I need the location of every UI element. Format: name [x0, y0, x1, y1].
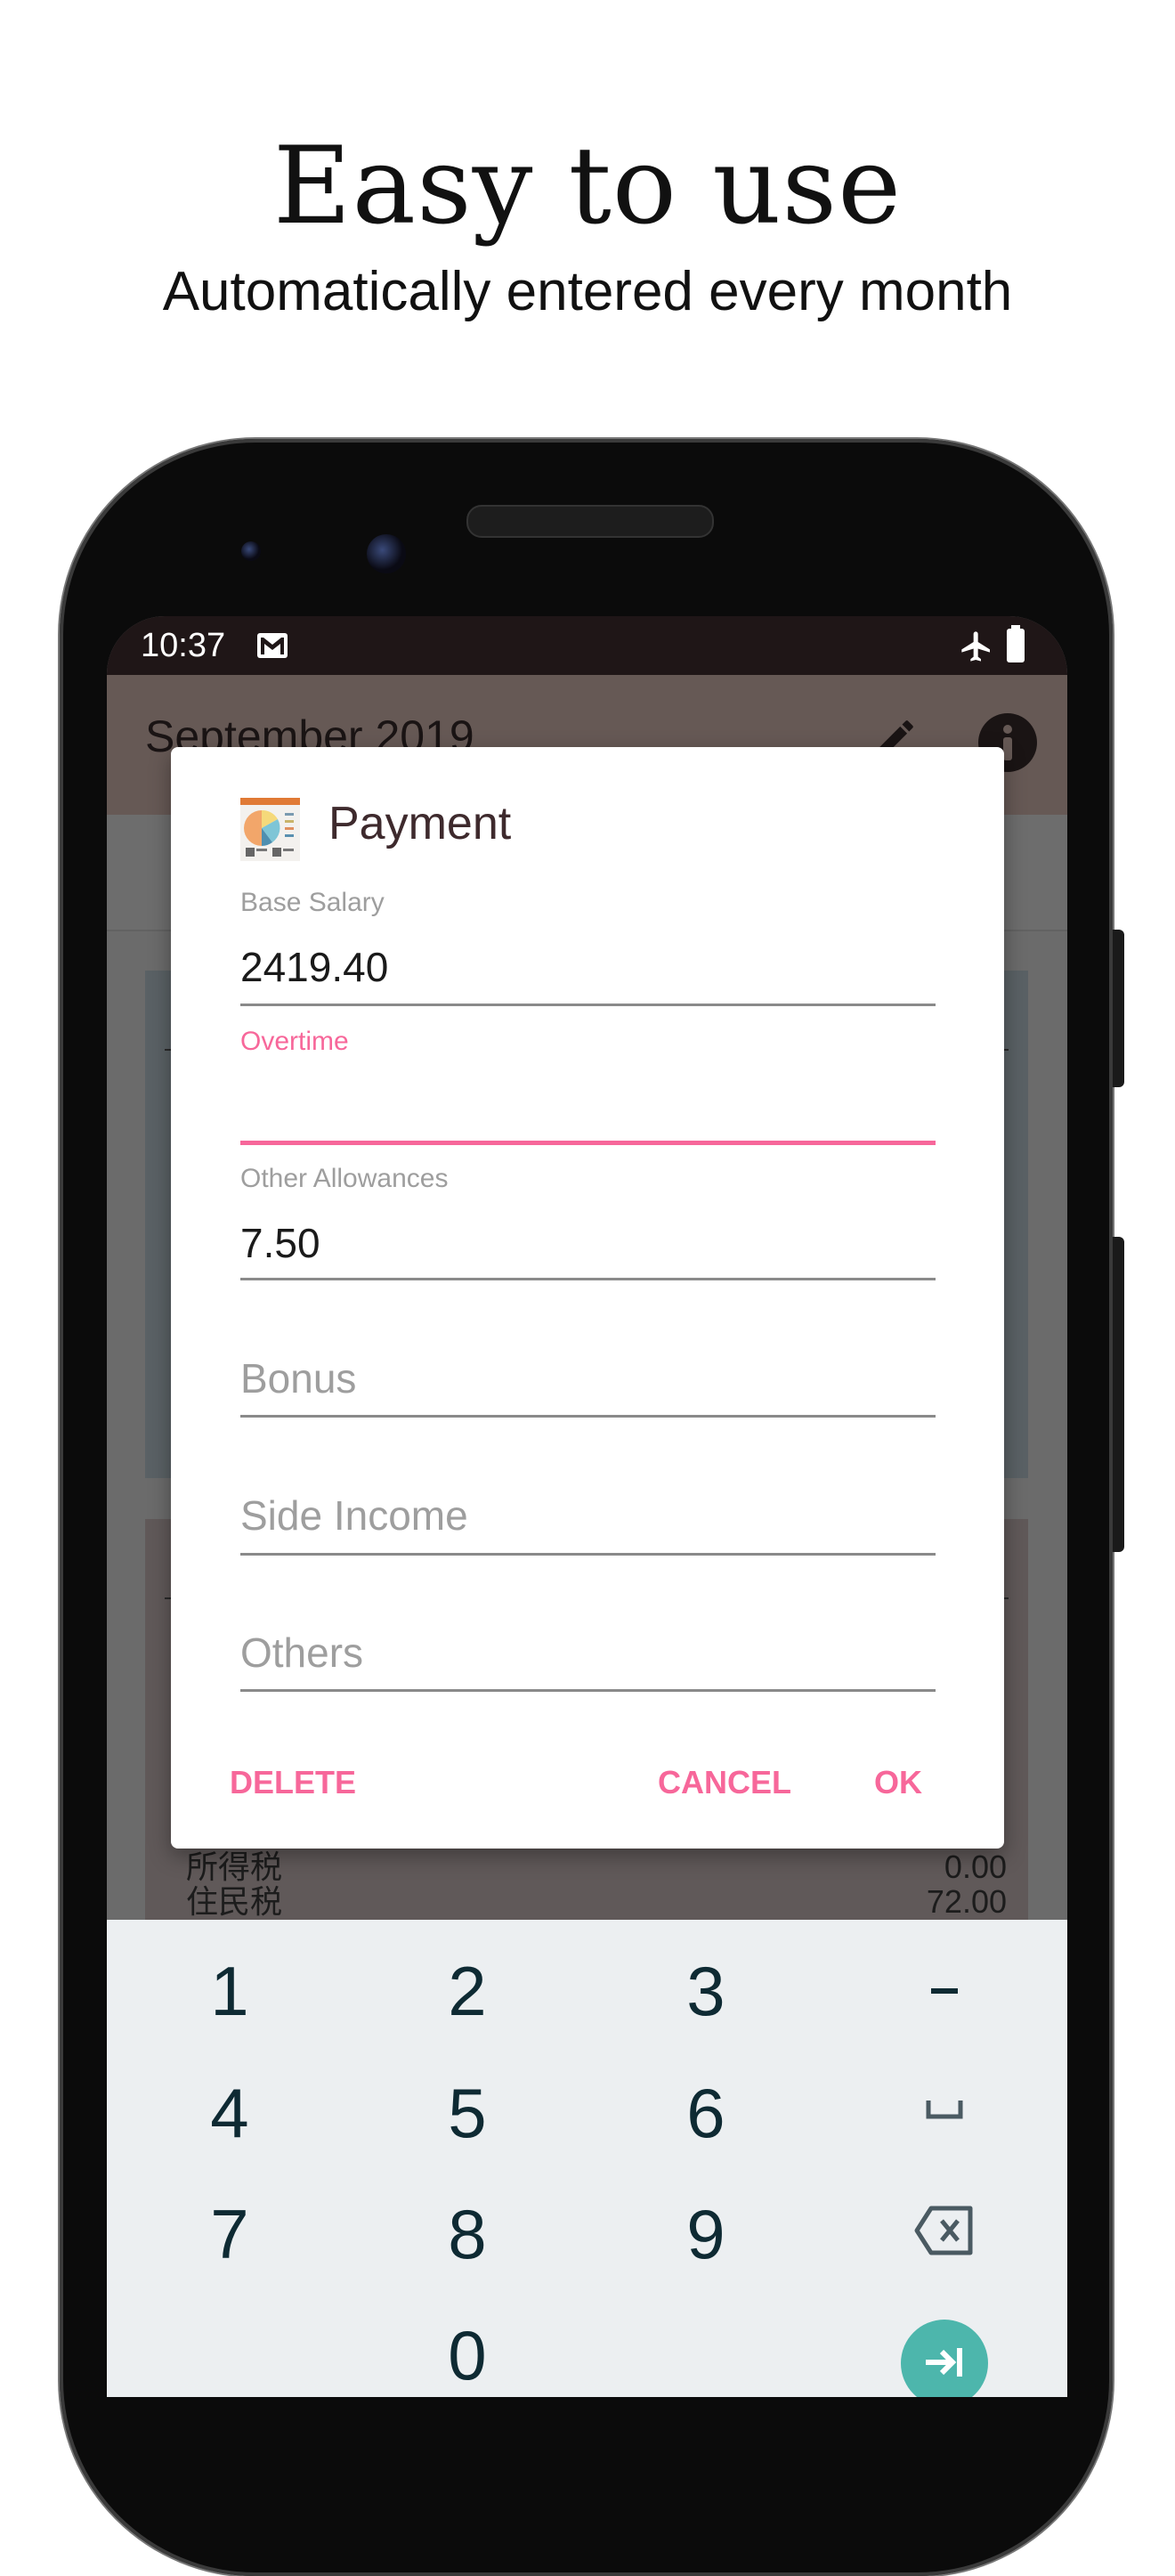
dialog-title: Payment — [328, 798, 512, 849]
list-item-value: 0.00 — [944, 1849, 1007, 1885]
volume-button — [1113, 930, 1124, 1087]
sensor — [241, 541, 261, 561]
promo-headline: Easy to use — [272, 125, 903, 248]
gmail-icon — [257, 633, 288, 658]
bonus-underline — [240, 1415, 936, 1418]
overtime-underline — [240, 1141, 936, 1145]
side-income-underline — [240, 1553, 936, 1556]
key-8[interactable]: 8 — [378, 2194, 556, 2275]
key-0[interactable]: 0 — [378, 2315, 556, 2396]
space-icon[interactable] — [926, 2098, 963, 2121]
battery-tip — [1011, 625, 1020, 630]
key-3[interactable]: 3 — [617, 1951, 795, 2032]
key-7[interactable]: 7 — [141, 2194, 319, 2275]
cancel-button[interactable]: CANCEL — [658, 1764, 791, 1801]
power-button — [1113, 1237, 1124, 1552]
key-9[interactable]: 9 — [617, 2194, 795, 2275]
airplane-mode-icon — [961, 631, 990, 662]
key-6[interactable]: 6 — [617, 2073, 795, 2154]
base-salary-label: Base Salary — [240, 888, 385, 917]
promo-subline: Automatically entered every month — [162, 261, 1013, 322]
overtime-input[interactable] — [240, 1082, 936, 1135]
payment-dialog: Payment Base Salary 2419.40 Overtime Oth… — [171, 747, 1004, 1849]
numeric-keyboard: 1 2 3 4 5 6 7 8 9 0 — [107, 1920, 1067, 2397]
other-allowances-label: Other Allowances — [240, 1164, 449, 1193]
status-time: 10:37 — [141, 627, 226, 664]
status-bar: 10:37 — [107, 616, 1067, 675]
others-input[interactable]: Others — [240, 1629, 363, 1677]
list-item-label: 住民税 — [186, 1883, 283, 1920]
next-button[interactable] — [901, 2320, 988, 2397]
others-underline — [240, 1689, 936, 1692]
bonus-input[interactable]: Bonus — [240, 1354, 356, 1402]
payment-report-icon — [240, 798, 300, 861]
other-allowances-underline — [240, 1278, 936, 1280]
list-item-label: 所得税 — [186, 1849, 283, 1885]
backspace-icon[interactable] — [913, 2205, 976, 2256]
side-income-input[interactable]: Side Income — [240, 1491, 468, 1540]
key-4[interactable]: 4 — [141, 2073, 319, 2154]
ok-button[interactable]: OK — [874, 1764, 922, 1801]
key-5[interactable]: 5 — [378, 2073, 556, 2154]
list-item-value: 72.00 — [926, 1883, 1007, 1920]
other-allowances-input[interactable]: 7.50 — [240, 1219, 320, 1267]
base-salary-underline — [240, 1004, 936, 1006]
key-1[interactable]: 1 — [141, 1951, 319, 2032]
speaker-grille — [466, 505, 714, 538]
key-2[interactable]: 2 — [378, 1951, 556, 2032]
next-icon — [926, 2348, 962, 2377]
delete-button[interactable]: DELETE — [230, 1764, 356, 1801]
battery-icon — [1007, 629, 1025, 662]
base-salary-input[interactable]: 2419.40 — [240, 943, 388, 991]
overtime-label: Overtime — [240, 1027, 349, 1056]
key-minus[interactable] — [931, 1988, 958, 1994]
front-camera — [367, 534, 406, 573]
